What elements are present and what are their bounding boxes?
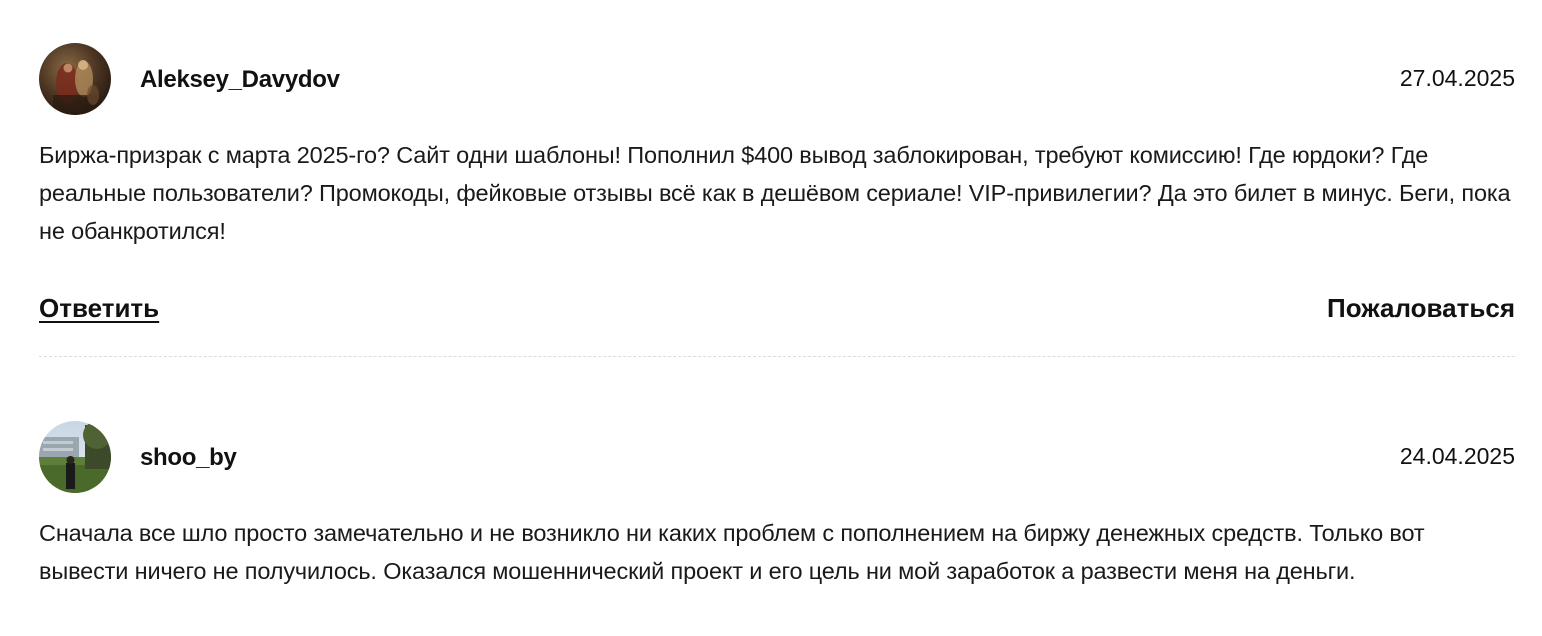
avatar[interactable] [39,43,111,115]
report-link[interactable]: Пожаловаться [1327,293,1515,324]
comment-header: shoo_by 24.04.2025 [39,421,1515,495]
comment-text: Биржа-призрак с марта 2025-го? Сайт одни… [39,142,1511,244]
avatar[interactable] [39,421,111,493]
comment-divider [39,356,1515,357]
comment-item: Aleksey_Davydov 27.04.2025 Биржа-призрак… [39,43,1515,323]
comment-item: shoo_by 24.04.2025 Сначала все шло прост… [39,421,1515,584]
avatar-photo-image [39,421,111,493]
reply-link[interactable]: Ответить [39,293,159,324]
avatar-painting-image [39,43,111,115]
comment-author[interactable]: shoo_by [140,444,237,472]
comment-date: 27.04.2025 [1399,65,1515,91]
comment-date: 24.04.2025 [1399,443,1515,469]
comments-list: Aleksey_Davydov 27.04.2025 Биржа-призрак… [0,0,1542,636]
comment-author[interactable]: Aleksey_Davydov [140,66,340,94]
comment-actions: Ответить Пожаловаться [39,293,1515,327]
comment-header: Aleksey_Davydov 27.04.2025 [39,43,1515,117]
comment-text: Сначала все шло просто замечательно и не… [39,520,1425,584]
